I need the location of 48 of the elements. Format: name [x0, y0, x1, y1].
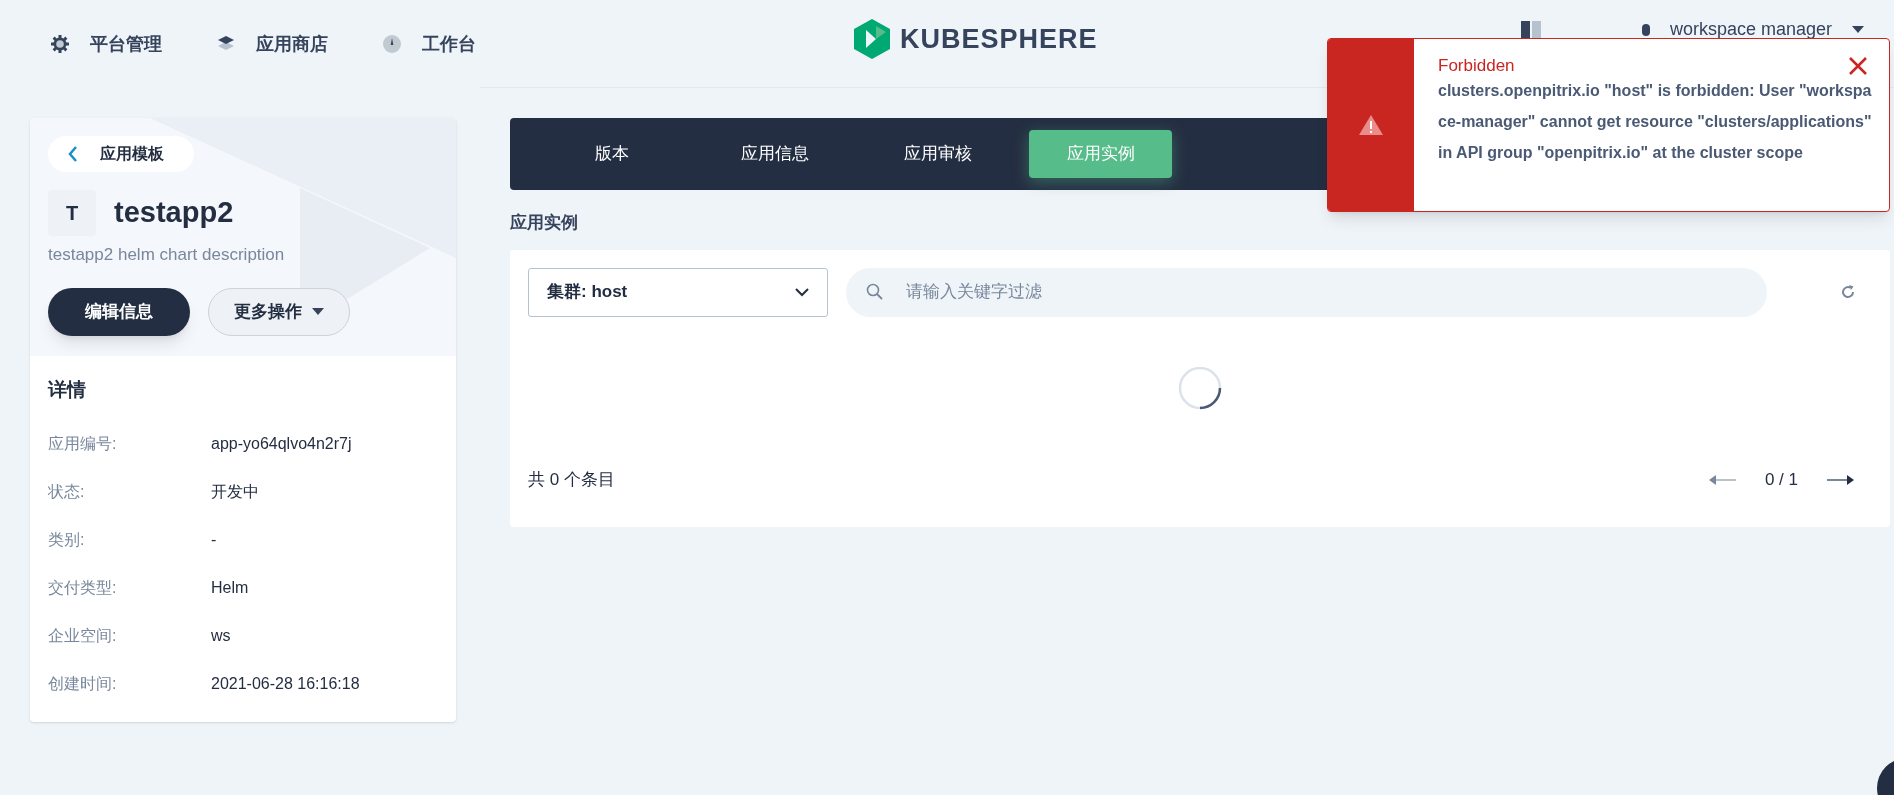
cluster-select[interactable]: 集群: host [528, 267, 828, 317]
refresh-icon[interactable] [1839, 283, 1857, 301]
tab[interactable]: 应用审核 [866, 130, 1009, 178]
gauge-icon [382, 34, 402, 54]
detail-label: 企业空间: [48, 626, 118, 646]
toast-title: Forbidden [1438, 55, 1515, 77]
nav-link[interactable]: 平台管理 [50, 30, 162, 58]
page-indicator: 0 / 1 [1764, 468, 1798, 491]
details-title: 详情 [48, 377, 87, 402]
caret-icon [1852, 25, 1864, 34]
chevron-down-icon [795, 287, 809, 297]
app-avatar: T [48, 190, 96, 236]
total-count: 共 0 个条目 [528, 468, 615, 491]
search-icon [866, 282, 884, 301]
nav-link[interactable]: 工作台 [382, 30, 476, 58]
logo-icon [852, 18, 892, 60]
logo-text: KUBESPHERE [900, 22, 1098, 56]
caret-icon [312, 307, 324, 316]
chevron-left-icon [68, 146, 78, 162]
back-button[interactable]: 应用模板 [48, 136, 194, 172]
gear-icon [50, 34, 70, 54]
detail-value: ws [211, 626, 231, 646]
user-icon [1641, 23, 1650, 36]
detail-value: app-yo64qlvo4n2r7j [211, 434, 352, 454]
detail-label: 状态: [48, 482, 86, 502]
detail-label: 创建时间: [48, 674, 118, 694]
warning-icon [1358, 114, 1384, 136]
detail-value: 开发中 [211, 482, 259, 502]
app-description: testapp2 helm chart description [48, 244, 286, 266]
detail-value: 2021-06-28 16:16:18 [211, 674, 360, 694]
toast-message: clusters.openpitrix.io "host" is forbidden: User "workspace-manager" cannot get resource "clusters/applications" in API group "openpitrix.io" at the cluster scope [1438, 80, 1873, 163]
detail-label: 应用编号: [48, 434, 118, 454]
search-field[interactable]: 请输入关键字过滤 [846, 267, 1767, 317]
app-name: testapp2 [114, 195, 234, 231]
detail-value: Helm [211, 578, 249, 598]
detail-label: 类别: [48, 530, 86, 550]
tab[interactable]: 应用信息 [703, 130, 846, 178]
nav-link[interactable]: 应用商店 [216, 30, 328, 58]
tab[interactable]: 版本 [540, 130, 683, 178]
arrow-left-icon[interactable] [1708, 473, 1737, 486]
close-icon[interactable] [1849, 57, 1867, 75]
edit-button[interactable]: 编辑信息 [48, 287, 190, 336]
detail-label: 交付类型: [48, 578, 118, 598]
detail-value: - [211, 530, 217, 550]
arrow-right-icon[interactable] [1826, 473, 1854, 486]
section-title: 应用实例 [510, 212, 579, 234]
more-actions-button[interactable]: 更多操作 [208, 287, 350, 336]
panel-icon [1519, 18, 1542, 41]
